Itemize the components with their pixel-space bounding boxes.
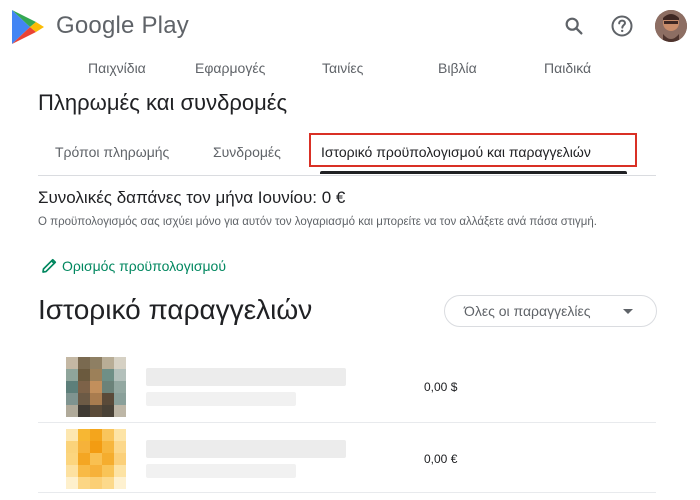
main-nav: Παιχνίδια Εφαρμογές Ταινίες Βιβλία Παιδι… bbox=[0, 60, 700, 82]
order-price: 0,00 $ bbox=[424, 380, 458, 394]
tab-highlight-box bbox=[309, 133, 637, 167]
redacted-title bbox=[146, 368, 346, 386]
nav-games[interactable]: Παιχνίδια bbox=[88, 60, 146, 76]
row-divider bbox=[38, 422, 656, 423]
row-divider bbox=[38, 492, 656, 493]
redacted-title bbox=[146, 440, 346, 458]
redacted-subtitle bbox=[146, 392, 296, 406]
order-filter-value: Όλες οι παραγγελίες bbox=[464, 303, 591, 319]
help-icon[interactable] bbox=[609, 13, 635, 39]
tab-divider bbox=[38, 175, 656, 176]
monthly-spending: Συνολικές δαπάνες τον μήνα Ιουνίου: 0 € bbox=[38, 188, 346, 207]
nav-kids[interactable]: Παιδικά bbox=[544, 60, 591, 76]
order-price: 0,00 € bbox=[424, 452, 458, 466]
tab-subscriptions[interactable]: Συνδρομές bbox=[213, 144, 281, 160]
order-history-title: Ιστορικό παραγγελιών bbox=[38, 294, 313, 325]
active-tab-indicator bbox=[320, 171, 627, 174]
order-filter-dropdown[interactable]: Όλες οι παραγγελίες bbox=[444, 295, 657, 327]
top-bar: Google Play bbox=[0, 0, 700, 54]
tab-payment-methods[interactable]: Τρόποι πληρωμής bbox=[55, 144, 169, 160]
dropdown-caret-icon bbox=[623, 309, 633, 314]
nav-apps[interactable]: Εφαρμογές bbox=[195, 60, 265, 76]
set-budget-label: Ορισμός προϋπολογισμού bbox=[62, 258, 226, 274]
order-thumbnail bbox=[66, 429, 126, 489]
pencil-icon bbox=[42, 258, 57, 273]
avatar[interactable] bbox=[655, 10, 687, 42]
order-row[interactable]: 0,00 $ bbox=[38, 352, 656, 422]
search-icon[interactable] bbox=[561, 13, 587, 39]
order-thumbnail bbox=[66, 357, 126, 417]
budget-note: Ο προϋπολογισμός σας ισχύει μόνο για αυτ… bbox=[38, 216, 597, 228]
brand-name[interactable]: Google Play bbox=[56, 12, 189, 40]
set-budget-link[interactable]: Ορισμός προϋπολογισμού bbox=[40, 257, 226, 275]
nav-books[interactable]: Βιβλία bbox=[438, 60, 477, 76]
nav-movies[interactable]: Ταινίες bbox=[322, 60, 363, 76]
redacted-subtitle bbox=[146, 464, 296, 478]
page-title: Πληρωμές και συνδρομές bbox=[38, 90, 288, 115]
google-play-logo-icon[interactable] bbox=[10, 8, 46, 46]
order-row[interactable]: 0,00 € bbox=[38, 424, 656, 494]
